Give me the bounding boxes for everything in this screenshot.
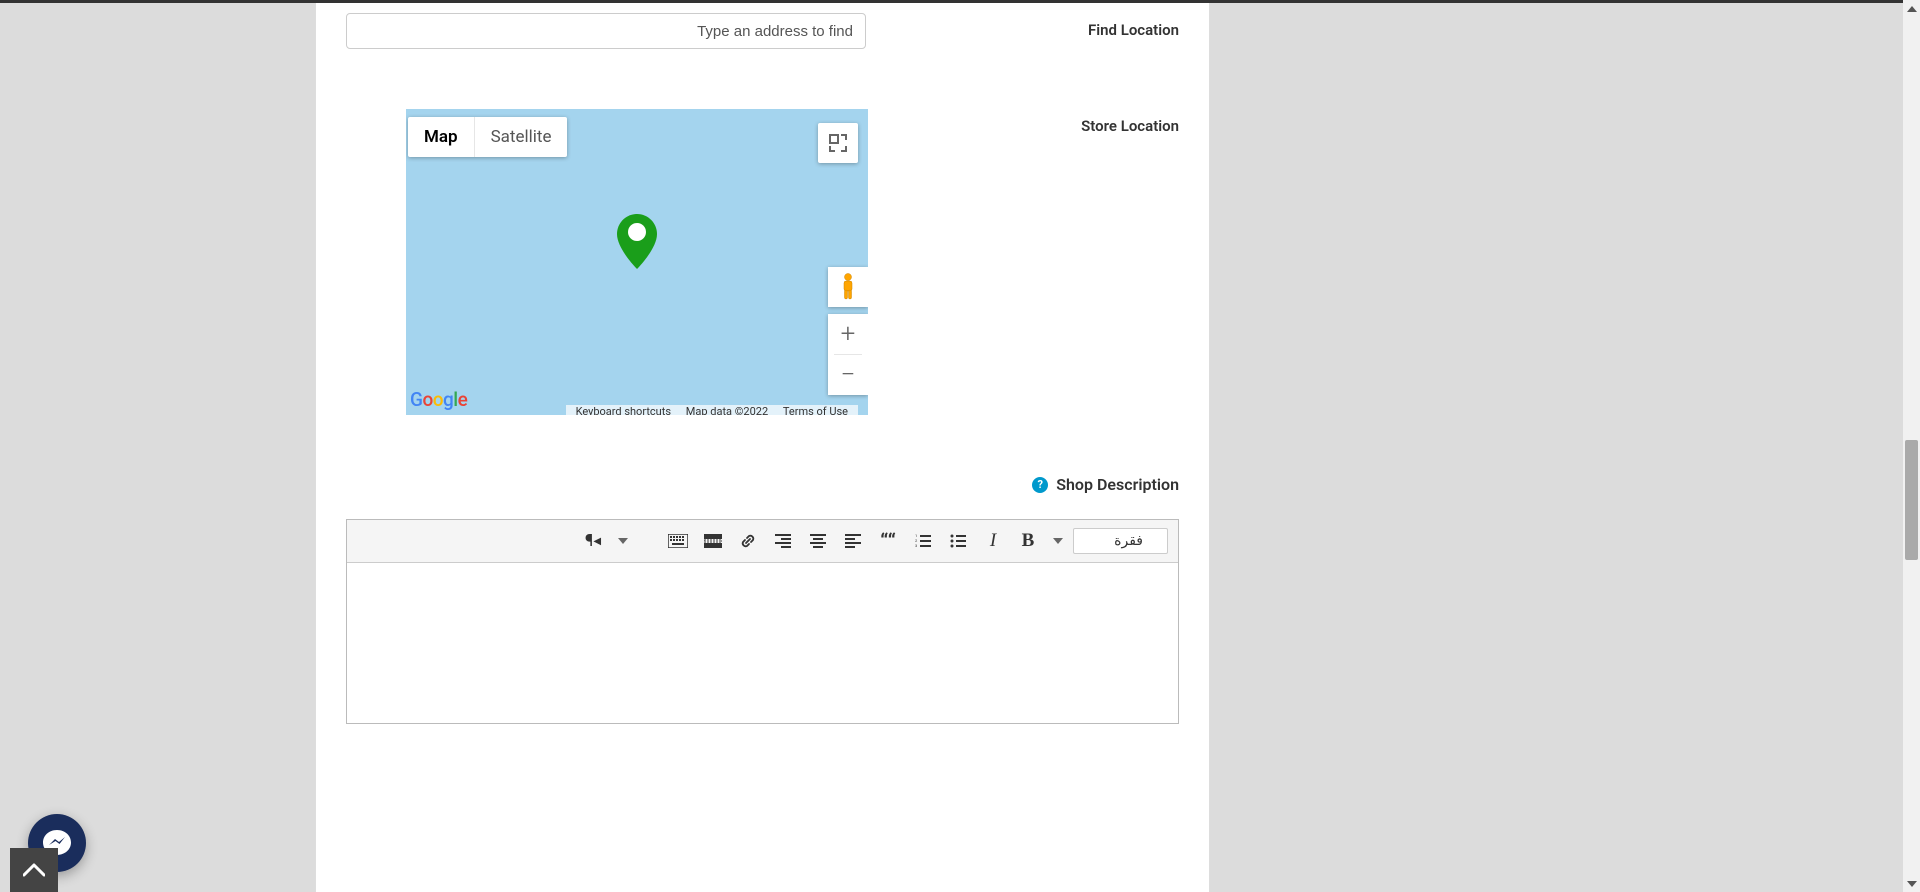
rich-text-editor: ¶◀ — [346, 519, 1179, 724]
bold-button[interactable]: B — [1013, 526, 1043, 556]
map-type-controls: Map Satellite — [408, 117, 567, 157]
map-footer: Keyboard shortcuts Map data ©2022 Terms … — [566, 405, 858, 415]
map-marker-icon[interactable] — [617, 214, 657, 269]
scrollbar-down-button[interactable] — [1903, 875, 1920, 892]
scrollbar-thumb[interactable] — [1905, 440, 1918, 560]
italic-button[interactable]: I — [978, 526, 1008, 556]
fullscreen-icon — [829, 134, 847, 152]
keyboard-shortcuts-link[interactable]: Keyboard shortcuts — [576, 405, 671, 415]
keyboard-button[interactable] — [663, 526, 693, 556]
fullscreen-button[interactable] — [818, 123, 858, 163]
zoom-controls: + − — [828, 314, 868, 395]
toolbar-more-dropdown[interactable] — [613, 538, 633, 544]
google-logo: Google — [410, 388, 467, 411]
editor-body[interactable] — [347, 563, 1178, 723]
align-left-button[interactable] — [838, 526, 868, 556]
zoom-out-button[interactable]: − — [828, 355, 868, 395]
shop-description-label: Shop Description — [1056, 475, 1179, 494]
svg-text:3: 3 — [915, 543, 917, 548]
help-icon[interactable]: ? — [1032, 477, 1048, 493]
terms-of-use-link[interactable]: Terms of Use — [783, 405, 848, 415]
find-location-row: Find Location — [346, 13, 1179, 49]
address-input[interactable] — [346, 13, 866, 49]
scrollbar-up-button[interactable] — [1903, 0, 1920, 17]
editor-toolbar: ¶◀ — [347, 520, 1178, 563]
street-view-pegman-button[interactable] — [828, 267, 868, 307]
back-to-top-button[interactable] — [10, 848, 58, 892]
store-location-row: Map Satellite — [346, 109, 1179, 415]
scrollbar-track[interactable] — [1903, 0, 1920, 892]
unordered-list-button[interactable] — [943, 526, 973, 556]
align-center-button[interactable] — [803, 526, 833, 556]
align-right-button[interactable] — [768, 526, 798, 556]
read-more-button[interactable] — [698, 526, 728, 556]
link-button[interactable] — [733, 526, 763, 556]
zoom-in-button[interactable]: + — [828, 314, 868, 354]
paragraph-direction-button[interactable]: ¶◀ — [578, 526, 608, 556]
format-dropdown-caret[interactable] — [1048, 538, 1068, 544]
map-type-map-button[interactable]: Map — [408, 117, 475, 157]
find-location-label: Find Location — [1088, 13, 1179, 39]
blockquote-button[interactable]: ““ — [873, 526, 903, 556]
map-data-text: Map data ©2022 — [686, 405, 768, 415]
map-type-satellite-button[interactable]: Satellite — [475, 117, 568, 157]
shop-description-section: ? Shop Description ¶◀ — [346, 475, 1179, 724]
main-content-panel: Find Location Map Satellite — [315, 3, 1210, 892]
ordered-list-button[interactable]: 123 — [908, 526, 938, 556]
shop-description-label-row: ? Shop Description — [346, 475, 1179, 494]
store-location-label: Store Location — [1081, 109, 1179, 135]
map-container[interactable]: Map Satellite — [406, 109, 868, 415]
format-select[interactable]: فقرة — [1073, 528, 1168, 554]
